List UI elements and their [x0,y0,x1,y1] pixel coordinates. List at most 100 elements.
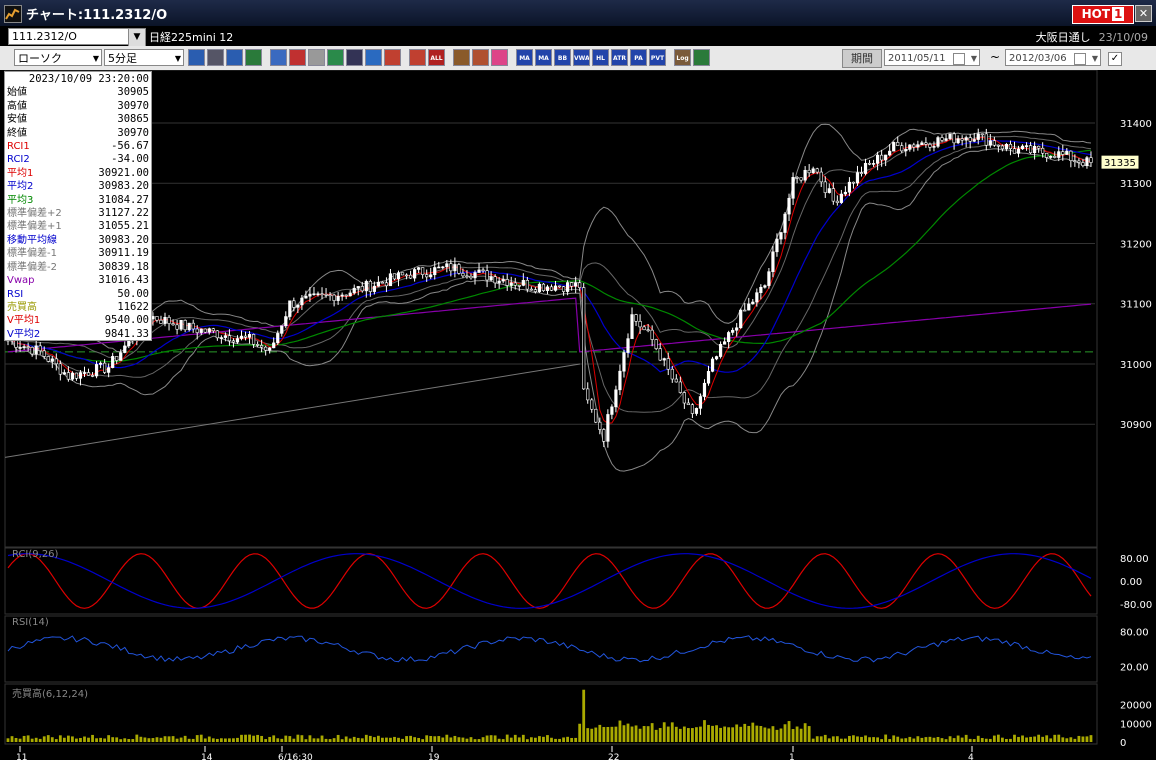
palette-icon[interactable] [491,49,508,66]
pa-icon[interactable]: PA [630,49,647,66]
gear-icon[interactable] [453,49,470,66]
chart-type-select[interactable]: ローソク ▼ [14,49,102,66]
grid-icon[interactable] [207,49,224,66]
candle-body [855,172,860,184]
atr-icon[interactable]: ATR [611,49,628,66]
all-icon[interactable]: ALL [428,49,445,66]
volume-bar [1089,735,1093,742]
bb-lower2-line [7,148,1092,472]
volume-bar [932,737,936,742]
wave-icon[interactable] [226,49,243,66]
info-value: 31016.43 [98,274,149,287]
volume-bar [393,736,396,742]
volume-bar [425,735,429,742]
volume-bar [1061,737,1065,742]
candle-body [743,309,747,312]
volume-bar [215,738,219,742]
swap-icon[interactable] [289,49,306,66]
calendar-icon[interactable] [1074,53,1086,65]
blank-icon[interactable] [308,49,325,66]
vwap-icon[interactable]: VWAP [573,49,590,66]
candle-body [863,162,868,174]
info-row: RSI 50.00 [7,288,149,301]
candle-body [912,144,916,148]
date-from-field[interactable]: 2011/05/11 ▼ [884,49,980,66]
info-value: 30983.20 [98,233,149,246]
candle-body [859,172,864,174]
volume-bar [421,739,425,742]
symbol-dropdown-button[interactable]: ▼ [128,28,146,47]
volume-bar [811,738,815,742]
date-range-checkbox[interactable]: ✓ [1108,52,1122,66]
volume-bar [280,738,284,742]
info-row: 標準偏差-1 30911.19 [7,247,149,260]
volume-bar [594,727,598,742]
volume-bar [328,739,332,742]
interval-select[interactable]: 5分足 ▼ [104,49,184,66]
volume-bar [988,738,992,742]
candle-body [461,273,465,277]
ma3-line [7,149,1092,363]
candle-body [666,358,670,370]
cursor-timestamp: 2023/10/09 23:20:00 [28,73,149,85]
candle-body [674,378,678,383]
info-row: Vwap 31016.43 [7,274,149,287]
candle-body [634,314,638,322]
volume-bar [1001,737,1004,742]
bar2-icon[interactable] [409,49,426,66]
zoom-icon[interactable] [188,49,205,66]
candle-body [1073,160,1077,162]
info-label: V平均1 [7,315,41,327]
hl-icon[interactable]: HL [592,49,609,66]
candle-body [928,144,932,148]
volume-bar [606,726,610,742]
brush-icon[interactable] [472,49,489,66]
info-label: 移動平均線 [7,234,57,246]
bb-icon[interactable]: BB [554,49,571,66]
volume-bar [517,737,521,742]
back-icon[interactable] [365,49,382,66]
edit-icon[interactable] [270,49,287,66]
candle-body [710,358,715,372]
volume-bar [244,734,247,742]
hot-button[interactable]: HOT 1 [1072,5,1134,24]
bar1-icon[interactable] [384,49,401,66]
pen-icon[interactable] [327,49,344,66]
date-to-field[interactable]: 2012/03/06 ▼ [1005,49,1101,66]
volume-bar [1049,738,1053,742]
ma-icon[interactable]: MA [516,49,533,66]
chart-area[interactable]: 31400 31300 31200 31100 31000 30900 31335 80.00… [0,70,1156,760]
view-icon[interactable] [245,49,262,66]
volume-bar [465,738,469,742]
volume-bar [356,737,360,742]
pvt-icon[interactable]: PVT [649,49,666,66]
candle-body [320,293,324,296]
chart-canvas[interactable]: 31400 31300 31200 31100 31000 30900 31335 80.00… [0,70,1156,760]
candle-body [300,297,304,306]
date-tick-label: 6/16:30 [278,753,313,760]
volume-bar [674,726,678,742]
symbol-name: 日経225mini 12 [149,31,234,44]
export-icon[interactable] [693,49,710,66]
volume-bar [236,737,239,742]
period-button[interactable]: 期間 [842,49,882,68]
candle-body [437,266,441,269]
log-icon[interactable]: Log [674,49,691,66]
volume-bar [54,739,58,742]
candle-body [159,319,163,324]
info-label: 始値 [7,87,27,99]
calendar-icon[interactable] [953,53,965,65]
symbol-code-input[interactable]: 111.2312/O [8,28,131,45]
ma2-icon[interactable]: MA [535,49,552,66]
candle-body [485,270,489,281]
candle-body [384,282,389,287]
candle-body [86,372,91,376]
close-icon[interactable]: ✕ [1135,5,1152,22]
info-label: 終値 [7,127,27,139]
rci-tick-label: 80.00 [1120,554,1149,565]
candle-body [751,301,755,305]
volume-bar [352,736,356,742]
candle-body [163,317,167,324]
cursor-icon[interactable] [346,49,363,66]
volume-bar [187,738,191,742]
